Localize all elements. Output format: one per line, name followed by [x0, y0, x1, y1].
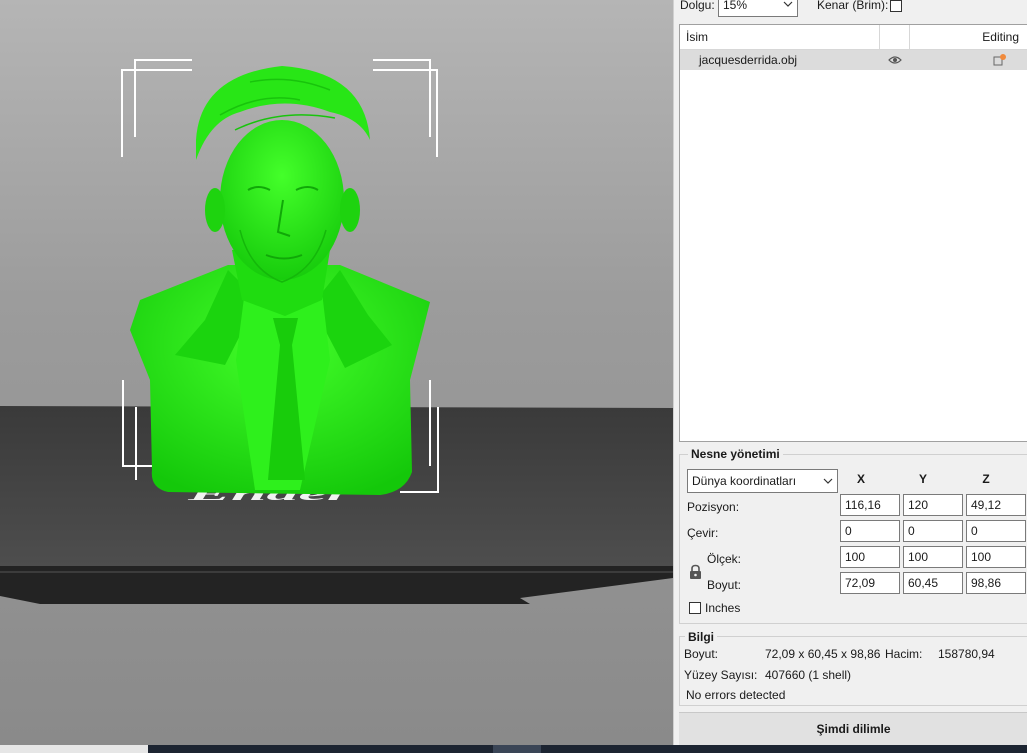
position-x-input[interactable]: 116,16	[840, 494, 900, 516]
3d-viewport[interactable]: Ender	[0, 0, 673, 745]
size-x-input[interactable]: 72,09	[840, 572, 900, 594]
rotate-x-input[interactable]: 0	[840, 520, 900, 542]
brim-label: Kenar (Brim):	[817, 0, 889, 12]
rotate-label: Çevir:	[687, 526, 719, 540]
position-y-input[interactable]: 120	[903, 494, 963, 516]
taskbar-search-area[interactable]	[0, 745, 148, 753]
scale-y-input[interactable]: 100	[903, 546, 963, 568]
model-bust[interactable]	[130, 66, 430, 495]
object-list[interactable]: İsim Editing jacquesderrida.obj	[679, 24, 1027, 442]
inches-checkbox[interactable]	[689, 602, 701, 614]
axis-z-header: Z	[982, 472, 990, 486]
brim-checkbox[interactable]	[890, 0, 902, 12]
info-facets-label: Yüzey Sayısı:	[684, 668, 758, 682]
rotate-z-input[interactable]: 0	[966, 520, 1026, 542]
axis-y-header: Y	[918, 472, 927, 486]
info-size-label: Boyut:	[684, 647, 719, 661]
chevron-down-icon	[783, 1, 793, 7]
info-title: Bilgi	[685, 630, 717, 644]
position-z-input[interactable]: 49,12	[966, 494, 1026, 516]
object-name[interactable]: jacquesderrida.obj	[699, 53, 797, 67]
rotate-y-input[interactable]: 0	[903, 520, 963, 542]
slice-now-button[interactable]: Şimdi dilimle	[679, 712, 1027, 745]
infill-value: 15%	[723, 0, 748, 12]
edit-object-icon[interactable]	[993, 53, 1007, 67]
lock-icon[interactable]	[689, 564, 702, 580]
scale-z-input[interactable]: 100	[966, 546, 1026, 568]
taskbar	[0, 745, 1027, 753]
eye-icon[interactable]	[888, 54, 902, 66]
info-volume-label: Hacim:	[885, 647, 923, 661]
object-list-row[interactable]: jacquesderrida.obj	[680, 50, 1027, 70]
axis-x-header: X	[856, 472, 865, 486]
infill-label: Dolgu:	[680, 0, 715, 12]
column-name-header[interactable]: İsim	[686, 30, 708, 44]
object-manipulation-title: Nesne yönetimi	[688, 447, 783, 461]
column-editing-header[interactable]: Editing	[982, 30, 1019, 44]
right-panel: Dolgu: 15% Kenar (Brim): İsim Editing ja…	[673, 0, 1027, 745]
scene[interactable]: Ender	[0, 0, 673, 745]
inches-label: Inches	[705, 601, 741, 615]
infill-combobox[interactable]: 15%	[718, 0, 798, 17]
taskbar-active-app[interactable]	[493, 745, 541, 753]
size-z-input[interactable]: 98,86	[966, 572, 1026, 594]
size-label: Boyut:	[707, 578, 742, 592]
size-y-input[interactable]: 60,45	[903, 572, 963, 594]
coordinate-system-value: Dünya koordinatları	[692, 474, 797, 488]
info-size-value: 72,09 x 60,45 x 98,86	[765, 647, 881, 661]
info-errors-text: No errors detected	[686, 688, 786, 702]
scale-label: Ölçek:	[707, 552, 742, 566]
object-list-header: İsim Editing	[680, 25, 1027, 50]
info-volume-value: 158780,94	[938, 647, 995, 661]
position-label: Pozisyon:	[687, 500, 740, 514]
coordinate-system-dropdown[interactable]: Dünya koordinatları	[687, 469, 838, 493]
scale-x-input[interactable]: 100	[840, 546, 900, 568]
info-facets-value: 407660 (1 shell)	[765, 668, 852, 682]
